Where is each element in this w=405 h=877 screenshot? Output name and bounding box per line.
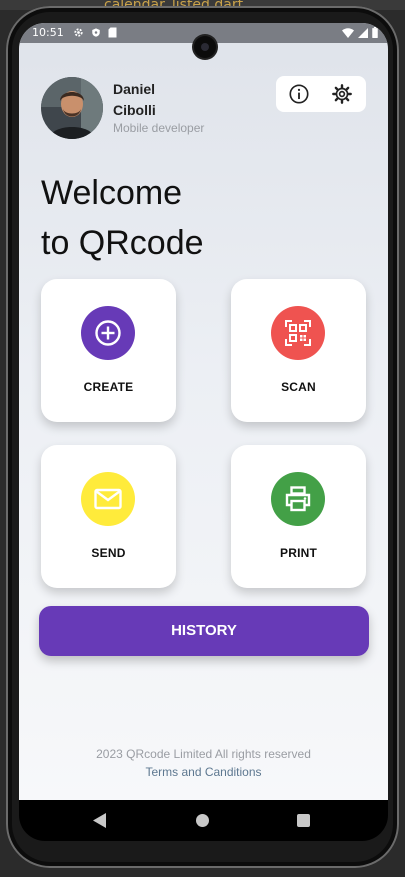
shield-notification-icon [92, 28, 100, 37]
user-name: Daniel Cibolli [113, 79, 183, 121]
send-card[interactable]: SEND [41, 445, 176, 588]
status-time: 10:51 [32, 26, 64, 39]
status-system-icons [342, 27, 378, 38]
avatar [41, 77, 103, 139]
welcome-line-1: Welcome [41, 174, 183, 212]
user-last-name: Cibolli [113, 102, 156, 118]
mail-icon [94, 488, 122, 510]
info-button[interactable] [288, 83, 310, 105]
print-label: PRINT [280, 546, 317, 560]
print-card[interactable]: PRINT [231, 445, 366, 588]
send-icon-circle [81, 472, 135, 526]
plus-circle-icon [95, 320, 121, 346]
printer-icon [285, 486, 311, 512]
history-button[interactable]: HISTORY [39, 606, 369, 656]
create-icon-circle [81, 306, 135, 360]
welcome-heading: Welcome to QRcode [41, 168, 341, 268]
system-nav-bar [19, 800, 388, 841]
footer-copyright: 2023 QRcode Limited All rights reserved [96, 747, 311, 761]
scan-label: SCAN [281, 380, 316, 394]
top-actions-panel [276, 76, 366, 112]
back-icon[interactable] [93, 813, 106, 828]
create-card[interactable]: CREATE [41, 279, 176, 422]
app-screen: 10:51 Daniel Cibolli Mobile developer We… [19, 23, 388, 800]
gear-icon [332, 84, 352, 104]
settings-notification-icon [74, 28, 83, 37]
sim-card-notification-icon [108, 27, 117, 38]
qr-scan-icon [285, 320, 311, 346]
settings-button[interactable] [331, 83, 353, 105]
create-label: CREATE [83, 380, 134, 394]
user-first-name: Daniel [113, 81, 156, 97]
home-icon[interactable] [196, 814, 209, 827]
signal-icon [358, 27, 368, 38]
wifi-icon [342, 27, 354, 38]
status-notifications [73, 27, 117, 38]
welcome-line-2: to QRcode [41, 224, 204, 262]
send-label: SEND [91, 546, 126, 560]
user-role: Mobile developer [113, 121, 205, 135]
battery-icon [372, 27, 378, 38]
recents-icon[interactable] [297, 814, 310, 827]
info-icon [289, 84, 309, 104]
terms-link[interactable]: Terms and Canditions [19, 765, 388, 779]
scan-card[interactable]: SCAN [231, 279, 366, 422]
scan-icon-circle [271, 306, 325, 360]
front-camera [194, 36, 216, 58]
print-icon-circle [271, 472, 325, 526]
